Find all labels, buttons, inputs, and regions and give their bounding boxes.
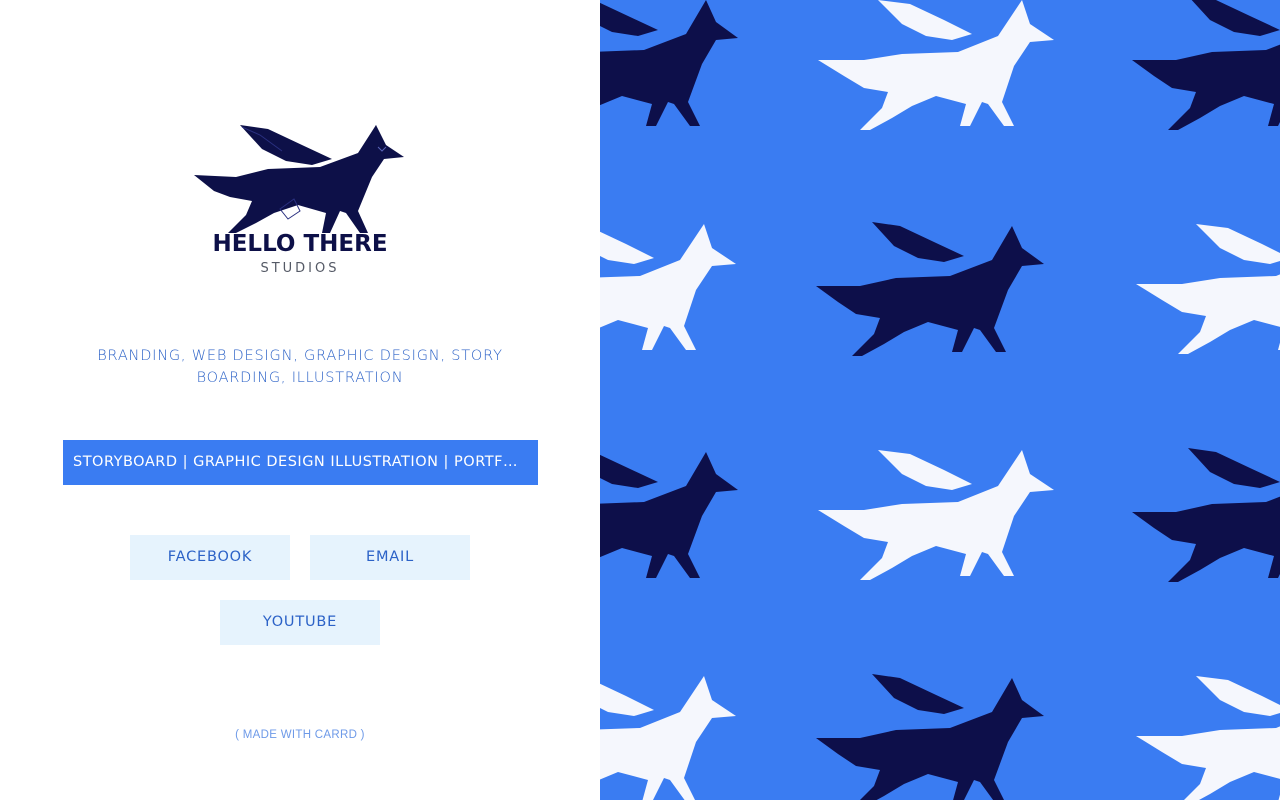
email-button[interactable]: EMAIL — [310, 535, 470, 580]
landing-page: HELLO THERE STUDIOS BRANDING, WEB DESIGN… — [0, 0, 1280, 800]
brand-name: HELLO THERE — [212, 231, 388, 257]
facebook-button[interactable]: FACEBOOK — [130, 535, 290, 580]
winged-fox-logo-icon — [194, 125, 404, 233]
portfolio-button[interactable]: STORYBOARD | GRAPHIC DESIGN ILLUSTRATION… — [63, 440, 538, 485]
services-tagline: BRANDING, WEB DESIGN, GRAPHIC DESIGN, ST… — [97, 348, 503, 386]
youtube-button[interactable]: YOUTUBE — [220, 600, 380, 645]
winged-fox-pattern-icon — [600, 0, 1280, 800]
brand-subtitle: STUDIOS — [260, 261, 340, 276]
profile-panel: HELLO THERE STUDIOS BRANDING, WEB DESIGN… — [0, 0, 600, 800]
brand-logo: HELLO THERE STUDIOS — [190, 115, 410, 285]
fox-pattern-panel — [600, 0, 1280, 800]
made-with-carrd-link[interactable]: ( MADE WITH CARRD ) — [0, 729, 600, 741]
